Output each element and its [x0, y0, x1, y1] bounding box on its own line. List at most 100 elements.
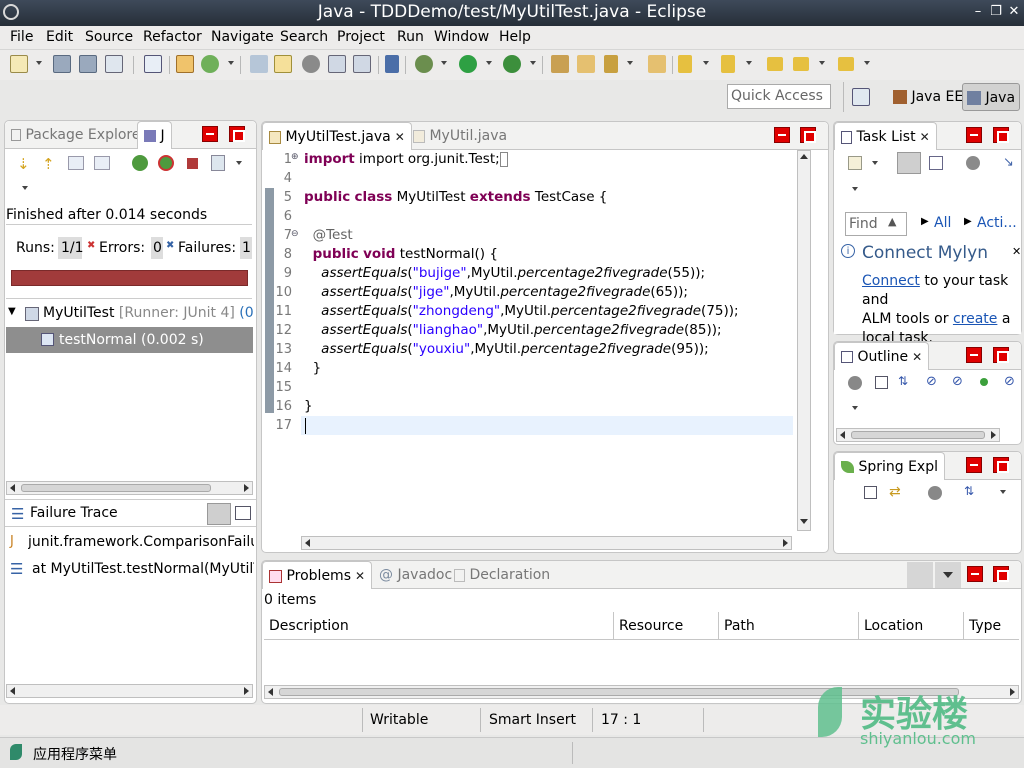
tab-task-list[interactable]: Task List ✕	[834, 122, 937, 150]
next-annotation-icon[interactable]	[678, 55, 692, 73]
perspective-java[interactable]: Java	[962, 83, 1021, 111]
outline-sync-icon[interactable]	[848, 376, 862, 390]
column-resource[interactable]: Resource	[614, 612, 719, 640]
menu-help[interactable]: Help	[499, 29, 531, 45]
column-location[interactable]: Location	[859, 612, 964, 640]
spring-sort-icon[interactable]: ⇅	[964, 484, 974, 498]
brush-icon[interactable]	[604, 55, 618, 73]
tab-package-explorer[interactable]: Package Explore	[5, 121, 146, 149]
scroll-lock-icon[interactable]	[94, 156, 110, 170]
code-line-12[interactable]: assertEquals("lianghao",MyUtil.percentag…	[304, 322, 721, 338]
tab-javadoc[interactable]: @ Javadoc	[373, 561, 458, 589]
pin-icon[interactable]	[385, 55, 399, 73]
tab-spring-explorer[interactable]: Spring Expl	[834, 452, 945, 480]
code-line-7[interactable]: @Test	[304, 227, 353, 243]
editor-hscroll[interactable]	[301, 536, 792, 550]
prev-annotation-icon[interactable]	[721, 55, 735, 73]
back-icon[interactable]	[793, 57, 809, 71]
menu-source[interactable]: Source	[85, 29, 133, 45]
activate-task-link[interactable]: Acti...	[977, 215, 1021, 231]
menu-project[interactable]: Project	[337, 29, 385, 45]
problems-filter-icon[interactable]	[907, 562, 933, 588]
run-external-icon[interactable]	[503, 55, 521, 73]
menu-refactor[interactable]: Refactor	[143, 29, 202, 45]
fold-expand-icon[interactable]: ⊕	[291, 152, 299, 162]
menu-window[interactable]: Window	[434, 29, 489, 45]
maximize-spring-button[interactable]	[993, 457, 1009, 473]
fold-collapse-icon[interactable]: ⊖	[291, 229, 299, 239]
spring-filter-icon[interactable]	[928, 486, 942, 500]
new-task-icon[interactable]	[848, 156, 862, 170]
refresh-icon[interactable]	[201, 55, 219, 73]
test-method-row[interactable]: testNormal (0.002 s)	[6, 327, 253, 353]
run-icon[interactable]	[459, 55, 477, 73]
menu-run[interactable]: Run	[397, 29, 424, 45]
print-icon[interactable]	[105, 55, 123, 73]
maximize-editor-button[interactable]	[800, 127, 816, 143]
task-view-menu-icon[interactable]	[852, 187, 858, 191]
outline-scrollbar[interactable]	[836, 428, 1000, 442]
expand-chevron-icon[interactable]: ▼	[8, 306, 16, 317]
build-icon[interactable]	[176, 55, 194, 73]
close-tab-icon[interactable]: ✕	[395, 130, 405, 144]
collapse-all-icon[interactable]	[875, 376, 888, 389]
hide-nonpublic-icon[interactable]	[980, 378, 988, 386]
create-link[interactable]: create	[953, 311, 997, 327]
save-icon[interactable]	[53, 55, 71, 73]
forward-icon[interactable]	[838, 57, 854, 71]
scheduled-icon[interactable]	[929, 156, 943, 170]
close-outline-icon[interactable]: ✕	[912, 350, 922, 364]
maximize-problems-button[interactable]	[993, 566, 1009, 582]
junit-tree-scrollbar[interactable]	[6, 481, 253, 495]
new-dropdown-icon[interactable]	[36, 61, 42, 65]
save-all-icon[interactable]	[79, 55, 97, 73]
maximize-outline-button[interactable]	[993, 347, 1009, 363]
perspective-java-ee[interactable]: Java EE	[889, 83, 967, 111]
task-find-input[interactable]: Find	[845, 212, 907, 236]
rerun-failed-first-icon[interactable]	[158, 155, 174, 171]
open-task-icon[interactable]	[250, 55, 268, 73]
focus-icon[interactable]: ↘	[1003, 155, 1014, 170]
pilcrow-icon[interactable]	[353, 55, 371, 73]
trace-line-2[interactable]: at MyUtilTest.testNormal(MyUtilTes	[32, 561, 254, 577]
close-task-list-icon[interactable]: ✕	[920, 130, 930, 144]
binary-icon[interactable]	[144, 55, 162, 73]
tab-problems[interactable]: Problems ✕	[262, 561, 373, 589]
spring-link-icon[interactable]: ⇄	[889, 484, 901, 500]
toggle-icon[interactable]	[302, 55, 320, 73]
problems-view-menu-icon[interactable]	[935, 562, 961, 588]
tab-outline[interactable]: Outline ✕	[834, 342, 930, 370]
minimize-junit-button[interactable]	[202, 126, 218, 142]
minimize-spring-button[interactable]	[966, 457, 982, 473]
block-icon[interactable]	[328, 55, 346, 73]
tab-declaration[interactable]: Declaration	[448, 561, 556, 589]
filter-stack-icon[interactable]	[207, 503, 231, 525]
hide-static-icon[interactable]: ⊘	[952, 374, 963, 389]
tab-myutil[interactable]: MyUtil.java	[407, 122, 513, 150]
menu-navigate[interactable]: Navigate	[211, 29, 274, 45]
all-tasks-link[interactable]: All	[934, 215, 951, 231]
minimize-window-icon[interactable]: –	[970, 4, 986, 20]
new-task-dropdown-icon[interactable]	[872, 161, 878, 165]
tab-myutiltest[interactable]: MyUtilTest.java ✕	[262, 122, 412, 150]
spring-view-menu-icon[interactable]	[1000, 490, 1006, 494]
column-description[interactable]: Description	[264, 612, 614, 640]
new-icon[interactable]	[10, 55, 28, 73]
history-icon[interactable]	[211, 155, 225, 171]
spring-collapse-icon[interactable]	[864, 486, 877, 499]
trace-line-1[interactable]: junit.framework.ComparisonFailure	[28, 534, 254, 550]
sort-icon[interactable]: ⇅	[898, 374, 908, 388]
quick-access-input[interactable]: Quick Access	[727, 84, 831, 109]
connect-link[interactable]: Connect	[862, 273, 920, 289]
column-path[interactable]: Path	[719, 612, 859, 640]
sync-icon[interactable]	[966, 156, 980, 170]
highlight-icon[interactable]	[274, 55, 292, 73]
minimize-task-list-button[interactable]	[966, 127, 982, 143]
test-class-row[interactable]: MyUtilTest [Runner: JUnit 4] (0.00	[43, 305, 255, 321]
minimize-outline-button[interactable]	[966, 347, 982, 363]
view-menu-icon[interactable]	[22, 186, 28, 190]
close-problems-icon[interactable]: ✕	[355, 569, 365, 583]
column-type[interactable]: Type	[964, 612, 1019, 640]
app-menu-button[interactable]: 应用程序菜单	[33, 744, 117, 764]
code-line-16[interactable]: }	[304, 398, 313, 414]
